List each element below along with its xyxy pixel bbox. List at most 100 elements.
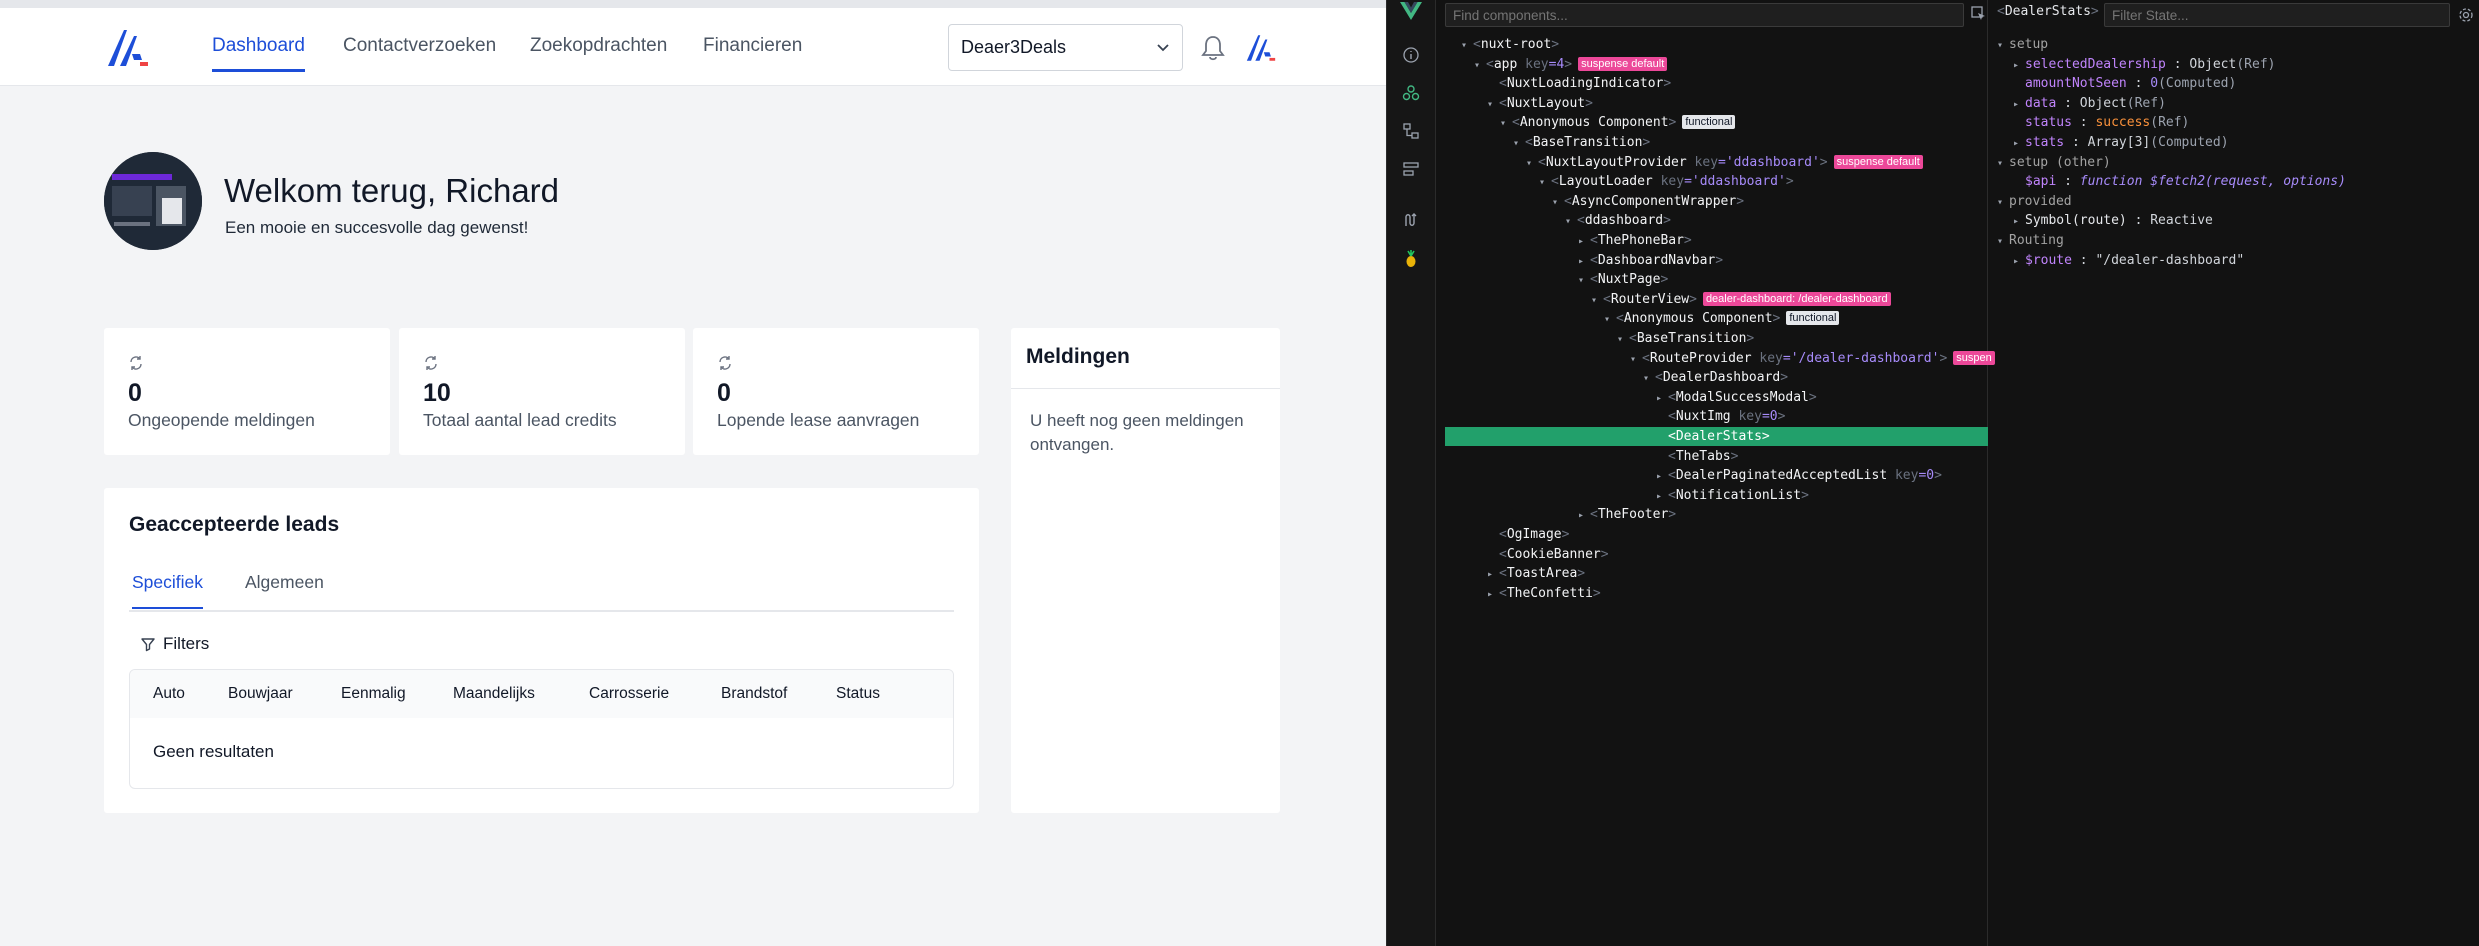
expand-arrow-icon[interactable]: ▾	[1526, 154, 1538, 173]
tree-node[interactable]: ▾ <BaseTransition>	[1436, 329, 1988, 348]
user-menu-logo[interactable]	[1244, 32, 1278, 64]
expand-arrow-icon[interactable]: ▾	[1997, 232, 2009, 251]
collapse-arrow-icon[interactable]: ▸	[1656, 467, 1668, 486]
expand-arrow-icon[interactable]: ▸	[2013, 134, 2025, 153]
column-header-status[interactable]: Status	[836, 685, 880, 703]
expand-arrow-icon[interactable]: ▾	[1604, 310, 1616, 329]
tree-node[interactable]: ▾ <app key=4> suspense default	[1436, 55, 1988, 74]
select-component-icon[interactable]	[1971, 6, 1986, 21]
state-section[interactable]: ▾ setup	[1988, 35, 2048, 54]
state-entry[interactable]: ▸ stats : Array[3](Computed)	[1988, 133, 2229, 152]
column-header-maandelijks[interactable]: Maandelijks	[453, 685, 535, 703]
tree-node[interactable]: ▸ <ToastArea>	[1436, 564, 1988, 583]
components-icon[interactable]	[1402, 84, 1420, 102]
pinia-icon[interactable]	[1402, 122, 1420, 140]
nav-financieren[interactable]: Financieren	[703, 35, 802, 69]
collapse-arrow-icon[interactable]: ▸	[1656, 389, 1668, 408]
expand-arrow-icon[interactable]: ▸	[2013, 252, 2025, 271]
vue-logo-icon[interactable]	[1400, 2, 1422, 20]
column-header-bouwjaar[interactable]: Bouwjaar	[228, 685, 293, 703]
tree-node[interactable]: ▸ <TheConfetti>	[1436, 584, 1988, 603]
tree-node[interactable]: ▾ <Anonymous Component> functional	[1436, 113, 1988, 132]
tree-node[interactable]: ▾ <nuxt-root>	[1436, 35, 1988, 54]
state-section[interactable]: ▾ Routing	[1988, 231, 2064, 250]
nav-dashboard[interactable]: Dashboard	[212, 35, 305, 72]
expand-arrow-icon[interactable]: ▾	[1500, 114, 1512, 133]
tree-node[interactable]: ▸ <ThePhoneBar>	[1436, 231, 1988, 250]
tree-node[interactable]: ▾ <DealerDashboard>	[1436, 368, 1988, 387]
collapse-arrow-icon[interactable]: ▸	[1578, 232, 1590, 251]
expand-arrow-icon[interactable]: ▾	[1578, 271, 1590, 290]
nav-zoekopdrachten[interactable]: Zoekopdrachten	[530, 35, 667, 69]
tree-node[interactable]: ▸ <DealerPaginatedAcceptedList key=0>	[1436, 466, 1988, 485]
dealer-select[interactable]: Deaer3Deals	[948, 24, 1183, 71]
tree-node[interactable]: ▾ <NuxtPage>	[1436, 270, 1988, 289]
tree-node[interactable]: ▾ <BaseTransition>	[1436, 133, 1988, 152]
tree-node[interactable]: ▾ <Anonymous Component> functional	[1436, 309, 1988, 328]
collapse-arrow-icon[interactable]: ▸	[1656, 487, 1668, 506]
expand-arrow-icon[interactable]: ▾	[1630, 350, 1642, 369]
info-icon[interactable]	[1402, 46, 1420, 64]
tree-node[interactable]: <CookieBanner>	[1436, 545, 1988, 564]
expand-arrow-icon[interactable]: ▾	[1997, 154, 2009, 173]
tree-node[interactable]: ▾ <AsyncComponentWrapper>	[1436, 192, 1988, 211]
brand-logo[interactable]	[104, 26, 152, 70]
router-icon[interactable]	[1402, 211, 1420, 229]
column-header-brandstof[interactable]: Brandstof	[721, 685, 787, 703]
tree-node[interactable]: ▾ <RouterView> dealer-dashboard: /dealer-d…	[1436, 290, 1988, 309]
expand-arrow-icon[interactable]: ▾	[1539, 173, 1551, 192]
tree-node[interactable]: ▾ <ddashboard>	[1436, 211, 1988, 230]
collapse-arrow-icon[interactable]: ▸	[1578, 252, 1590, 271]
bell-icon[interactable]	[1200, 34, 1226, 62]
tree-node[interactable]: <TheTabs>	[1436, 447, 1988, 466]
expand-arrow-icon[interactable]: ▾	[1513, 134, 1525, 153]
state-entry[interactable]: status : success(Ref)	[1988, 113, 2189, 132]
tree-node[interactable]: ▸ <NotificationList>	[1436, 486, 1988, 505]
expand-arrow-icon[interactable]: ▸	[2013, 95, 2025, 114]
tree-node[interactable]: <NuxtImg key=0>	[1436, 407, 1988, 426]
tree-node[interactable]: ▸ <TheFooter>	[1436, 505, 1988, 524]
state-entry[interactable]: ▸ data : Object(Ref)	[1988, 94, 2166, 113]
tree-node[interactable]: ▾ <RouteProvider key='/dealer-dashboard'>…	[1436, 349, 1995, 369]
tree-node[interactable]: ▾ <NuxtLayout>	[1436, 94, 1988, 113]
tree-node[interactable]: <NuxtLoadingIndicator>	[1436, 74, 1988, 93]
column-header-auto[interactable]: Auto	[153, 685, 185, 703]
expand-arrow-icon[interactable]: ▾	[1487, 95, 1499, 114]
state-section[interactable]: ▾ provided	[1988, 192, 2072, 211]
expand-arrow-icon[interactable]: ▾	[1591, 291, 1603, 310]
state-section[interactable]: ▾ setup (other)	[1988, 153, 2111, 172]
expand-arrow-icon[interactable]: ▾	[1617, 330, 1629, 349]
state-entry[interactable]: ▸ selectedDealership : Object(Ref)	[1988, 55, 2275, 74]
settings-icon[interactable]	[2458, 7, 2474, 23]
expand-arrow-icon[interactable]: ▾	[1552, 193, 1564, 212]
nav-contactverzoeken[interactable]: Contactverzoeken	[343, 35, 496, 69]
pineapple-icon[interactable]	[1402, 250, 1420, 268]
filter-state-input[interactable]	[2104, 3, 2450, 27]
tree-node[interactable]: ▸ <DashboardNavbar>	[1436, 251, 1988, 270]
expand-arrow-icon[interactable]: ▾	[1461, 36, 1473, 55]
expand-arrow-icon[interactable]: ▾	[1643, 369, 1655, 388]
expand-arrow-icon[interactable]: ▾	[1997, 193, 2009, 212]
column-header-eenmalig[interactable]: Eenmalig	[341, 685, 406, 703]
state-entry[interactable]: amountNotSeen : 0(Computed)	[1988, 74, 2236, 93]
tree-node[interactable]: ▾ <LayoutLoader key='ddashboard'>	[1436, 172, 1988, 191]
tree-node[interactable]: ▾ <NuxtLayoutProvider key='ddashboard'> su…	[1436, 153, 1988, 172]
state-entry[interactable]: $api : function $fetch2(request, options…	[1988, 172, 2346, 191]
state-entry[interactable]: ▸ $route : "/dealer-dashboard"	[1988, 251, 2244, 270]
expand-arrow-icon[interactable]: ▾	[1565, 212, 1577, 231]
expand-arrow-icon[interactable]: ▸	[2013, 56, 2025, 75]
tab-algemeen[interactable]: Algemeen	[245, 572, 324, 607]
find-components-input[interactable]	[1445, 3, 1964, 27]
tab-specifiek[interactable]: Specifiek	[132, 572, 204, 609]
collapse-arrow-icon[interactable]: ▸	[1487, 565, 1499, 584]
collapse-arrow-icon[interactable]: ▸	[1578, 506, 1590, 525]
expand-arrow-icon[interactable]: ▸	[2013, 212, 2025, 231]
tree-node[interactable]: ▸ <ModalSuccessModal>	[1436, 388, 1988, 407]
expand-arrow-icon[interactable]: ▾	[1997, 36, 2009, 55]
tree-node[interactable]: <DealerStats>	[1445, 427, 1988, 446]
tree-node[interactable]: <OgImage>	[1436, 525, 1988, 544]
state-entry[interactable]: ▸ Symbol(route) : Reactive	[1988, 211, 2213, 230]
filters-button[interactable]: Filters	[140, 634, 209, 654]
collapse-arrow-icon[interactable]: ▸	[1487, 585, 1499, 604]
column-header-carrosserie[interactable]: Carrosserie	[589, 685, 669, 703]
